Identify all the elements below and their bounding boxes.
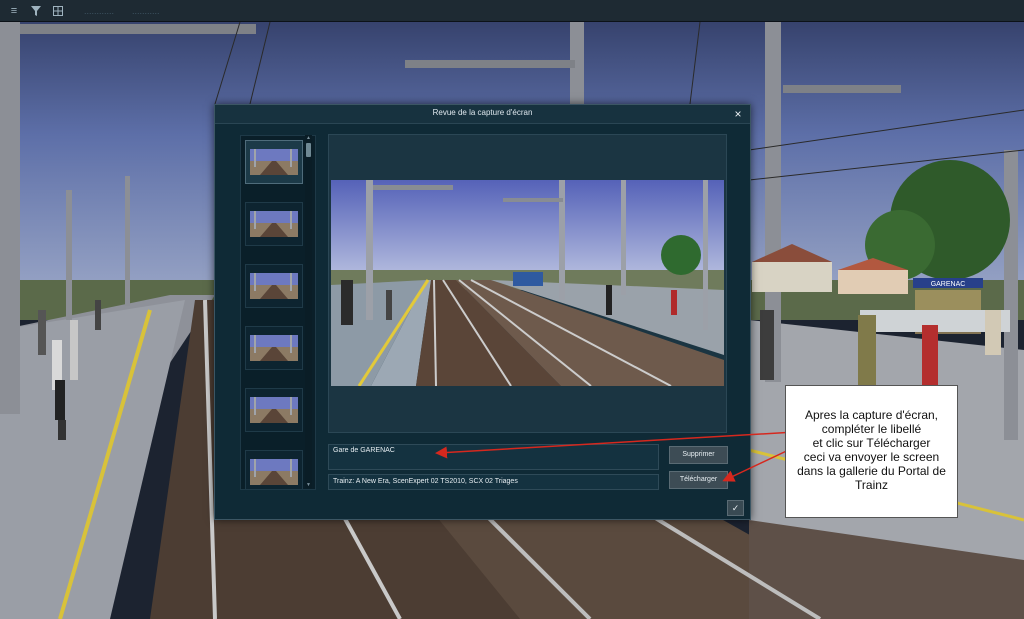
screenshot-preview bbox=[328, 134, 727, 433]
thumbnail-image bbox=[250, 397, 298, 423]
filter-icon[interactable] bbox=[28, 3, 44, 19]
thumbnail-image bbox=[250, 211, 298, 237]
screenshot-thumbnail[interactable] bbox=[245, 450, 303, 489]
thumbnail-image bbox=[250, 149, 298, 175]
callout-line: dans la gallerie du Portal de bbox=[797, 464, 946, 478]
thumbnail-image bbox=[250, 273, 298, 299]
station-sign-text: GARENAC bbox=[931, 281, 966, 288]
screenshot-thumbnail[interactable] bbox=[245, 202, 303, 246]
callout-line: compléter le libellé bbox=[821, 422, 922, 436]
close-icon[interactable]: × bbox=[731, 107, 745, 121]
upload-button[interactable]: Télécharger bbox=[669, 471, 728, 489]
dialog-titlebar: Revue de la capture d'écran × bbox=[215, 105, 750, 124]
toolbar-hint-2: ........... bbox=[132, 5, 160, 16]
callout-line: Apres la capture d'écran, bbox=[804, 408, 939, 422]
confirm-check-icon[interactable]: ✓ bbox=[727, 500, 744, 516]
annotation-callout: Apres la capture d'écran, compléter le l… bbox=[785, 385, 958, 518]
callout-line: Trainz bbox=[855, 478, 888, 492]
grid-icon[interactable] bbox=[50, 3, 66, 19]
toolbar-hint-1: ............ bbox=[84, 5, 115, 16]
callout-line: et clic sur Télécharger bbox=[812, 436, 931, 450]
description-input[interactable]: Trainz: A New Era, ScenExpert 02 TS2010,… bbox=[328, 474, 659, 490]
scroll-up-icon[interactable]: ▲ bbox=[305, 135, 312, 141]
delete-button[interactable]: Supprimer bbox=[669, 446, 728, 464]
screenshot-review-dialog: Revue de la capture d'écran × ▲ ▼ Gare d… bbox=[214, 104, 751, 520]
screenshot-thumbnail[interactable] bbox=[245, 264, 303, 308]
scrollbar-thumb[interactable] bbox=[306, 143, 311, 157]
label-input[interactable]: Gare de GARENAC bbox=[328, 444, 659, 470]
thumbnail-image bbox=[250, 335, 298, 361]
dialog-title: Revue de la capture d'écran bbox=[432, 108, 533, 117]
scroll-down-icon[interactable]: ▼ bbox=[305, 482, 312, 488]
menu-icon[interactable]: ≡ bbox=[6, 3, 22, 19]
thumbnail-image bbox=[250, 459, 298, 485]
callout-line: ceci va envoyer le screen bbox=[803, 450, 940, 464]
top-toolbar: ≡ ............ ........... bbox=[0, 0, 1024, 22]
screenshot-thumbnail[interactable] bbox=[245, 326, 303, 370]
screenshot-thumbnail[interactable] bbox=[245, 140, 303, 184]
thumbnail-scrollbar[interactable]: ▲ ▼ bbox=[305, 135, 312, 488]
screenshot-thumbnail[interactable] bbox=[245, 388, 303, 432]
preview-image bbox=[331, 180, 724, 386]
